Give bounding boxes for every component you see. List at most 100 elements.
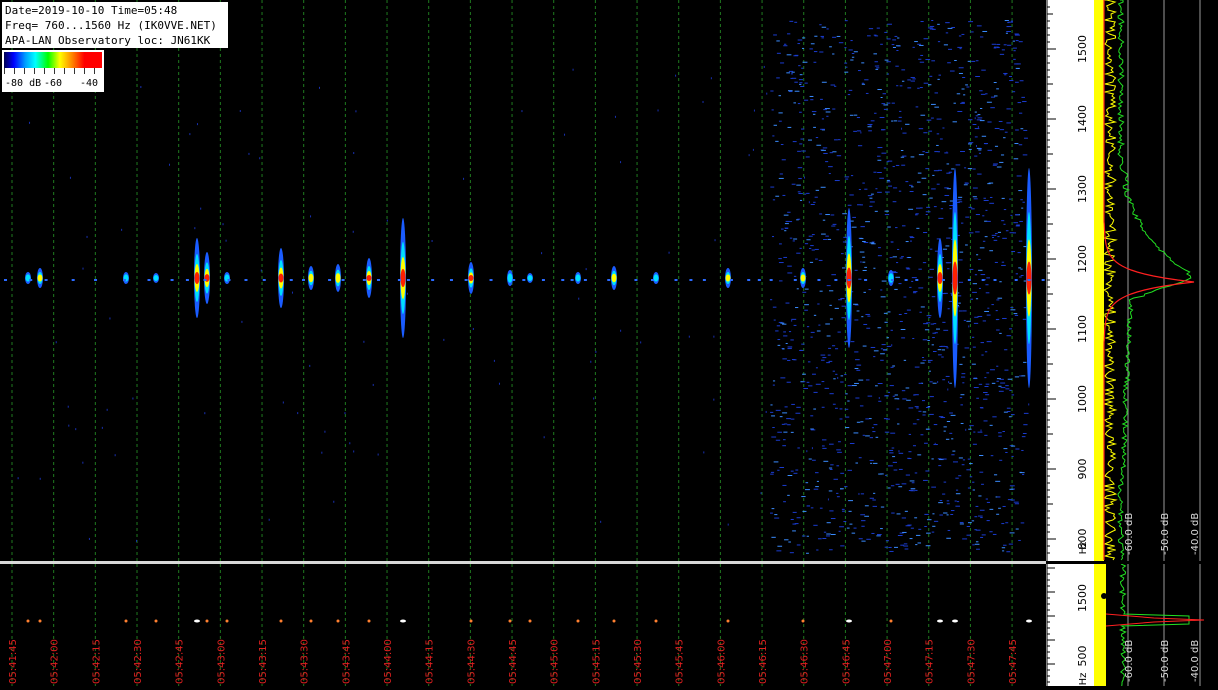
noise-speck <box>993 163 998 165</box>
carrier-dot <box>341 279 345 281</box>
noise-speck <box>870 462 873 464</box>
noise-speck <box>962 459 966 461</box>
noise-speck <box>780 62 785 64</box>
noise-speck <box>865 92 869 94</box>
noise-speck <box>863 242 869 244</box>
noise-speck <box>869 459 874 461</box>
noise-speck <box>831 225 836 227</box>
noise-speck <box>770 411 774 413</box>
noise-speck <box>982 215 985 217</box>
noise-speck <box>810 415 814 417</box>
noise-speck <box>783 45 788 47</box>
noise-speck <box>789 552 794 554</box>
noise-speck <box>975 144 977 147</box>
noise-speck <box>859 405 864 407</box>
noise-speck <box>994 95 998 97</box>
noise-speck <box>863 323 868 325</box>
noise-speck <box>909 190 914 192</box>
noise-speck <box>870 346 876 348</box>
meteor-echo <box>204 252 210 304</box>
noise-speck <box>826 115 829 117</box>
noise-speck <box>972 291 977 293</box>
noise-speck <box>844 374 847 376</box>
noise-speck <box>995 310 998 312</box>
noise-speck <box>974 543 980 545</box>
noise-speck <box>984 434 988 436</box>
noise-speck <box>945 22 950 24</box>
noise-speck <box>830 464 834 466</box>
carrier-dot <box>747 279 751 281</box>
noise-speck <box>1023 424 1028 426</box>
noise-speck <box>778 262 784 264</box>
noise-speck <box>800 138 804 140</box>
noise-speck <box>984 310 990 312</box>
echo-mid <box>888 273 894 283</box>
noise-speck <box>985 284 989 286</box>
noise-speck <box>959 363 963 365</box>
noise-speck <box>927 340 930 342</box>
noise-speck <box>794 54 799 56</box>
noise-speck <box>947 27 953 29</box>
noise-speck <box>943 481 947 483</box>
noise-speck <box>353 152 355 155</box>
noise-speck <box>1001 220 1005 222</box>
noise-speck <box>987 121 992 123</box>
noise-speck <box>989 202 995 204</box>
echo-inner <box>725 274 731 282</box>
noise-speck <box>803 388 809 390</box>
noise-speck <box>1018 267 1022 269</box>
noise-speck <box>960 422 964 424</box>
noise-speck <box>996 88 999 90</box>
noise-speck <box>861 83 866 85</box>
noise-speck <box>896 45 901 47</box>
noise-speck <box>983 199 989 201</box>
noise-speck <box>956 501 960 503</box>
noise-speck <box>1008 21 1013 23</box>
noise-speck <box>997 231 1002 233</box>
noise-speck <box>804 176 806 179</box>
noise-speck <box>967 487 970 489</box>
noise-speck <box>810 331 815 333</box>
noise-speck <box>894 398 900 400</box>
noise-speck <box>942 248 948 250</box>
spectrum-panel: -60.0 dB -50.0 dB -40.0 dB <box>1094 0 1218 561</box>
carrier-dot <box>29 279 33 281</box>
noise-speck <box>946 163 950 165</box>
noise-speck <box>931 486 937 488</box>
noise-speck <box>795 469 799 471</box>
noise-speck <box>282 401 284 404</box>
noise-speck <box>291 291 293 294</box>
noise-speck <box>921 357 925 359</box>
meteor-echo <box>507 270 513 286</box>
noise-speck <box>853 303 858 305</box>
meteor-echo <box>308 266 314 290</box>
noise-speck <box>932 28 936 30</box>
noise-speck <box>799 82 803 84</box>
overview-echo <box>846 619 852 623</box>
noise-speck <box>874 61 878 63</box>
noise-speck <box>1006 411 1011 413</box>
noise-speck <box>925 214 928 216</box>
noise-speck <box>970 31 974 33</box>
noise-speck <box>1020 199 1023 201</box>
noise-speck <box>929 413 934 415</box>
noise-speck <box>780 377 786 379</box>
noise-speck <box>986 277 990 279</box>
noise-speck <box>867 123 873 125</box>
noise-speck <box>850 59 854 61</box>
noise-speck <box>828 467 833 469</box>
noise-speck <box>806 505 810 507</box>
noise-speck <box>819 213 823 215</box>
noise-speck <box>792 77 797 79</box>
noise-speck <box>968 325 970 328</box>
noise-speck <box>997 297 1003 299</box>
noise-speck <box>853 432 859 434</box>
noise-speck <box>823 531 827 533</box>
noise-speck <box>798 178 802 180</box>
overview-echo <box>38 619 42 623</box>
noise-speck <box>848 49 853 51</box>
overview-echo <box>26 619 30 623</box>
noise-speck <box>925 168 929 170</box>
noise-speck <box>200 207 202 210</box>
noise-speck <box>771 508 775 510</box>
